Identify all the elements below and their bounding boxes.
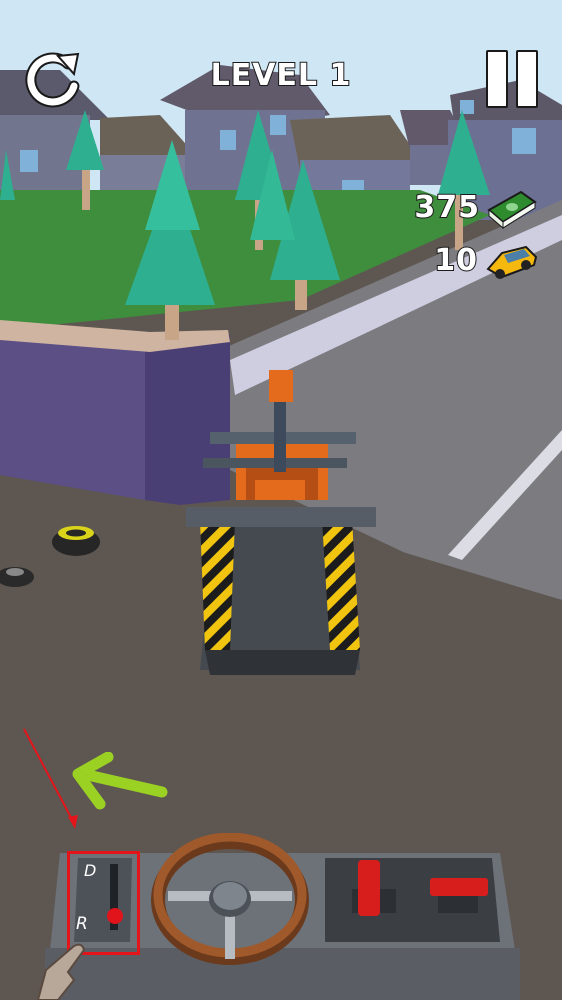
lever-right[interactable] <box>430 878 488 896</box>
pause-icon <box>486 50 508 108</box>
cash-stack-icon <box>487 190 537 230</box>
cars-counter: 10 <box>433 242 478 279</box>
red-pointer-line <box>23 728 78 829</box>
taxi-car-icon <box>486 245 538 279</box>
wall <box>0 330 145 500</box>
money-counter: 375 <box>413 189 480 226</box>
level-label: LEVEL 1 <box>210 57 352 94</box>
lever-left[interactable] <box>358 860 380 916</box>
steering-wheel[interactable] <box>150 833 310 968</box>
pause-button[interactable] <box>484 50 540 108</box>
hint-arrow-icon <box>72 752 168 810</box>
pause-icon-bar-2 <box>516 50 538 108</box>
tow-levers[interactable] <box>330 855 500 945</box>
tutorial-hand-icon <box>36 943 86 1000</box>
